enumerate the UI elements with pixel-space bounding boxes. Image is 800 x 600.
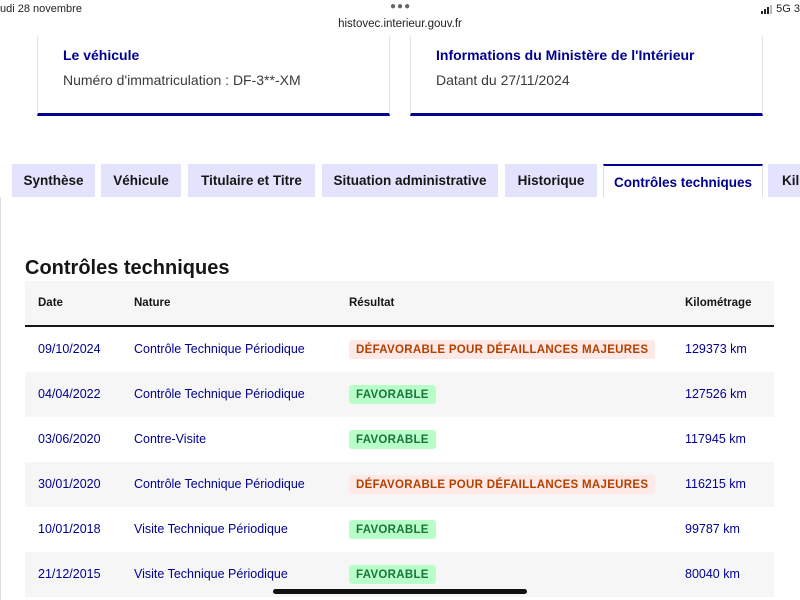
cell-nature: Contre-Visite (134, 432, 207, 446)
header-result: Résultat (349, 297, 395, 309)
table-row: 04/04/2022 Contrôle Technique Périodique… (25, 372, 774, 417)
result-badge: FAVORABLE (349, 520, 436, 539)
more-dots-icon[interactable]: ●●● (390, 1, 411, 12)
tab-bar: Synthèse Véhicule Titulaire et Titre Sit… (0, 164, 800, 198)
ministry-card: Informations du Ministère de l'Intérieur… (410, 36, 763, 116)
tab-kilometrage[interactable]: Kil (768, 164, 800, 197)
header-mileage: Kilométrage (685, 297, 752, 309)
cell-nature: Contrôle Technique Périodique (134, 342, 305, 356)
cell-date: 09/10/2024 (38, 342, 101, 356)
vehicle-card-title: Le véhicule (63, 47, 140, 63)
table-header: Date Nature Résultat Kilométrage (25, 281, 774, 327)
result-badge: FAVORABLE (349, 385, 436, 404)
network-status: 5G 3 (761, 3, 800, 15)
table-row: 10/01/2018 Visite Technique Périodique F… (25, 507, 774, 552)
tab-controles[interactable]: Contrôles techniques (603, 164, 763, 198)
table-row: 03/06/2020 Contre-Visite FAVORABLE 11794… (25, 417, 774, 462)
cell-nature: Visite Technique Périodique (134, 522, 288, 536)
vehicle-card: Le véhicule Numéro d'immatriculation : D… (37, 36, 390, 116)
cell-mileage: 129373 km (685, 342, 747, 356)
cell-mileage: 117945 km (685, 432, 746, 446)
tab-situation[interactable]: Situation administrative (322, 164, 498, 197)
cell-date: 21/12/2015 (38, 567, 101, 581)
cell-date: 10/01/2018 (38, 522, 101, 536)
tab-vehicule[interactable]: Véhicule (101, 164, 181, 197)
tab-historique[interactable]: Historique (505, 164, 597, 197)
result-badge: FAVORABLE (349, 565, 436, 584)
ministry-card-title: Informations du Ministère de l'Intérieur (436, 47, 695, 63)
cell-mileage: 80040 km (685, 567, 740, 581)
result-badge: DÉFAVORABLE POUR DÉFAILLANCES MAJEURES (349, 475, 656, 494)
tab-synthese[interactable]: Synthèse (12, 164, 95, 197)
tab-titulaire[interactable]: Titulaire et Titre (188, 164, 315, 197)
cell-nature: Contrôle Technique Périodique (134, 477, 305, 491)
data-date: Datant du 27/11/2024 (436, 72, 570, 88)
browser-status-bar: udi 28 novembre ●●● histovec.interieur.g… (0, 0, 800, 36)
plate-number: Numéro d'immatriculation : DF-3**-XM (63, 72, 301, 88)
network-label: 5G 3 (776, 3, 800, 15)
home-indicator[interactable] (273, 589, 527, 594)
cell-nature: Contrôle Technique Périodique (134, 387, 305, 401)
table-row: 09/10/2024 Contrôle Technique Périodique… (25, 327, 774, 372)
inspections-table: Date Nature Résultat Kilométrage 09/10/2… (25, 281, 774, 597)
cell-nature: Visite Technique Périodique (134, 567, 288, 581)
cell-date: 04/04/2022 (38, 387, 101, 401)
cell-date: 30/01/2020 (38, 477, 101, 491)
header-nature: Nature (134, 297, 171, 309)
status-date: udi 28 novembre (0, 3, 82, 15)
cell-mileage: 127526 km (685, 387, 747, 401)
url-bar[interactable]: histovec.interieur.gouv.fr (0, 18, 800, 30)
section-title: Contrôles techniques (25, 257, 230, 279)
table-row: 30/01/2020 Contrôle Technique Périodique… (25, 462, 774, 507)
header-date: Date (38, 297, 63, 309)
result-badge: FAVORABLE (349, 430, 436, 449)
cell-date: 03/06/2020 (38, 432, 101, 446)
cell-mileage: 99787 km (685, 522, 740, 536)
signal-icon (761, 4, 773, 14)
cell-mileage: 116215 km (685, 477, 746, 491)
result-badge: DÉFAVORABLE POUR DÉFAILLANCES MAJEURES (349, 340, 656, 359)
